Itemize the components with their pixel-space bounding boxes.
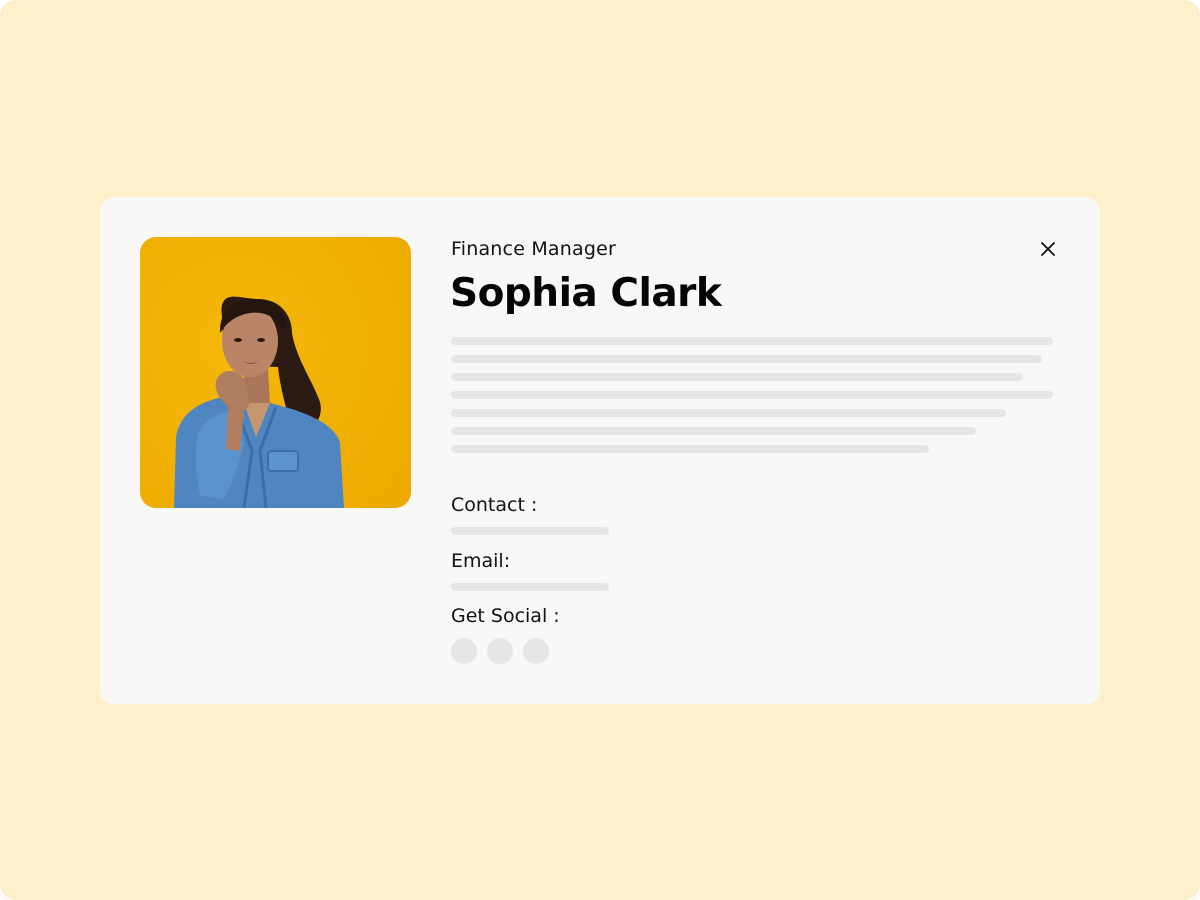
bio-line — [451, 355, 1042, 363]
bio-line — [451, 427, 976, 435]
social-label: Get Social : — [451, 605, 560, 627]
contact-value-placeholder — [451, 527, 609, 535]
profile-photo-image — [140, 237, 411, 508]
social-icon[interactable] — [523, 638, 549, 664]
bio-placeholder — [451, 337, 1053, 463]
job-title: Finance Manager — [451, 238, 617, 260]
profile-card: Finance Manager Sophia Clark Contact : E… — [100, 197, 1100, 704]
close-icon[interactable] — [1036, 237, 1060, 261]
profile-photo — [140, 237, 411, 508]
bio-line — [451, 445, 929, 453]
page-background: Finance Manager Sophia Clark Contact : E… — [0, 0, 1200, 900]
social-links — [451, 638, 549, 664]
person-name: Sophia Clark — [450, 271, 722, 316]
email-value-placeholder — [451, 583, 609, 591]
bio-line — [451, 373, 1023, 381]
bio-line — [451, 409, 1006, 417]
social-icon[interactable] — [487, 638, 513, 664]
contact-label: Contact : — [451, 494, 538, 516]
social-icon[interactable] — [451, 638, 477, 664]
bio-line — [451, 391, 1053, 399]
bio-line — [451, 337, 1053, 345]
email-label: Email: — [451, 550, 511, 572]
